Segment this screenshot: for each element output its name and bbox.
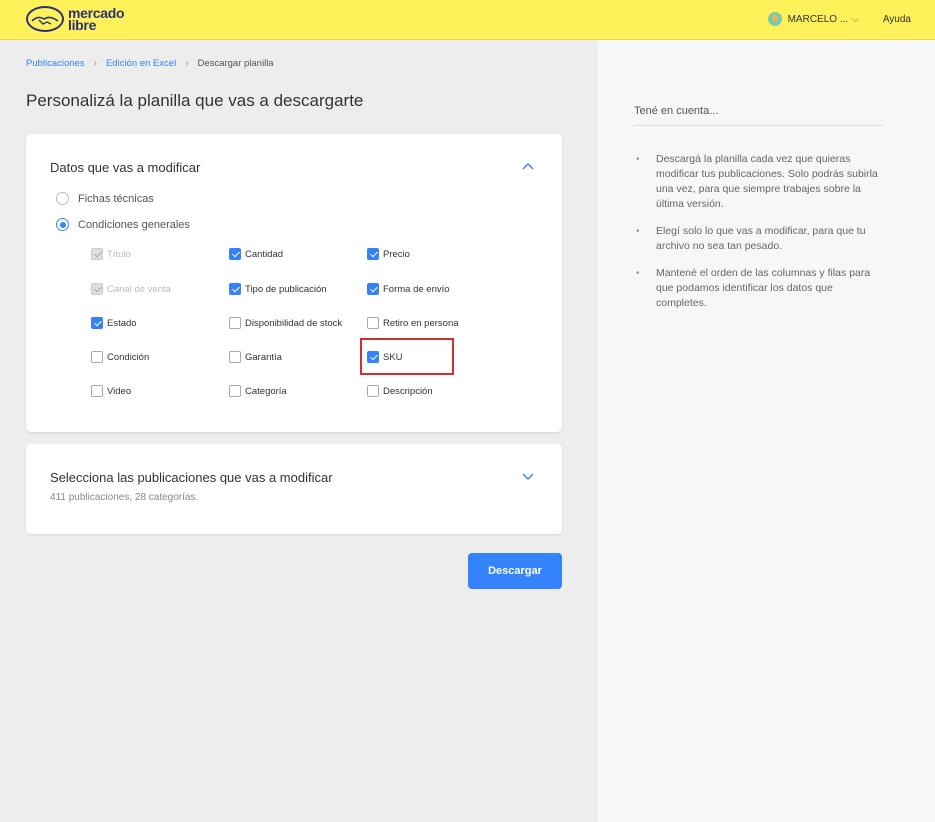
checkbox-cantidad[interactable]: Cantidad xyxy=(229,248,283,260)
checkbox-label: Estado xyxy=(107,317,137,329)
user-name: MARCELO ... xyxy=(787,13,849,25)
sku-highlight-box xyxy=(360,338,454,375)
checkbox-estado[interactable]: Estado xyxy=(91,317,137,329)
list-item: Elegí solo lo que vas a modificar, para … xyxy=(634,224,886,254)
checkbox-garantia[interactable]: Garantía xyxy=(229,351,282,363)
publications-summary: 411 publicaciones, 28 categorías. xyxy=(50,492,199,503)
logo-wordmark: mercado libre xyxy=(68,6,125,32)
chevron-down-icon: ⌵ xyxy=(852,13,859,24)
mercadolibre-logo[interactable]: mercado libre xyxy=(26,5,125,33)
checkbox-label: Tipo de publicación xyxy=(245,283,327,295)
checkbox xyxy=(91,283,103,295)
checkbox-label: Condición xyxy=(107,351,150,363)
checkbox[interactable] xyxy=(229,351,241,363)
checkbox-descripcion[interactable]: Descripción xyxy=(367,385,433,397)
chevron-right-icon: › xyxy=(93,58,97,69)
checkbox[interactable] xyxy=(91,317,103,329)
radio-label: Fichas técnicas xyxy=(78,192,154,205)
checkbox-retiro-persona[interactable]: Retiro en persona xyxy=(367,317,459,329)
checkbox-label: Forma de envío xyxy=(383,283,450,295)
data-fields-title: Datos que vas a modificar xyxy=(50,160,201,175)
checkbox-label: Título xyxy=(107,248,131,260)
checkbox[interactable] xyxy=(367,248,379,260)
checkbox-label: Precio xyxy=(383,248,410,260)
checkbox-titulo: Título xyxy=(91,248,131,260)
checkbox-label: Categoría xyxy=(245,385,287,397)
checkbox-label: Descripción xyxy=(383,385,433,397)
checkbox-canal-venta: Canal de venta xyxy=(91,283,171,295)
page-title: Personalizá la planilla que vas a descar… xyxy=(26,91,364,110)
checkbox-label: Retiro en persona xyxy=(383,317,459,329)
chevron-up-icon[interactable] xyxy=(522,161,534,173)
list-item: Descargá la planilla cada vez que quiera… xyxy=(634,152,886,212)
tips-list: Descargá la planilla cada vez que quiera… xyxy=(634,152,886,323)
checkbox-video[interactable]: Video xyxy=(91,385,131,397)
data-fields-card: Datos que vas a modificar Fichas técnica… xyxy=(26,134,562,432)
publications-card[interactable]: Selecciona las publicaciones que vas a m… xyxy=(26,444,562,534)
checkbox-tipo-publicacion[interactable]: Tipo de publicación xyxy=(229,283,327,295)
chevron-down-icon[interactable] xyxy=(522,470,534,482)
breadcrumb: Publicaciones › Edición en Excel › Desca… xyxy=(26,58,274,69)
checkbox-forma-envio[interactable]: Forma de envío xyxy=(367,283,450,295)
checkbox-label: Canal de venta xyxy=(107,283,171,295)
checkbox xyxy=(91,248,103,260)
download-button[interactable]: Descargar xyxy=(468,553,562,589)
handshake-icon xyxy=(26,6,64,32)
chevron-right-icon: › xyxy=(185,58,189,69)
checkbox[interactable] xyxy=(229,317,241,329)
radio-button[interactable] xyxy=(56,192,69,205)
avatar xyxy=(767,12,782,26)
top-header: mercado libre MARCELO ... ⌵ Ayuda xyxy=(0,0,935,40)
tips-title: Tené en cuenta... xyxy=(634,105,719,117)
checkbox-categoria[interactable]: Categoría xyxy=(229,385,287,397)
breadcrumb-edicion-excel[interactable]: Edición en Excel xyxy=(106,58,176,69)
checkbox-label: Cantidad xyxy=(245,248,284,260)
tips-panel: Tené en cuenta... Descargá la planilla c… xyxy=(598,40,935,822)
breadcrumb-current: Descargar planilla xyxy=(197,58,274,69)
publications-title: Selecciona las publicaciones que vas a m… xyxy=(50,470,333,485)
divider xyxy=(634,125,883,126)
radio-fichas-tecnicas[interactable]: Fichas técnicas xyxy=(56,192,154,205)
checkbox-label: Garantía xyxy=(245,351,282,363)
checkbox[interactable] xyxy=(91,385,103,397)
checkbox[interactable] xyxy=(229,385,241,397)
user-menu[interactable]: MARCELO ... ⌵ xyxy=(767,12,859,26)
help-link[interactable]: Ayuda xyxy=(883,14,911,25)
checkbox-label: Video xyxy=(107,385,132,397)
list-item: Mantené el orden de las columnas y filas… xyxy=(634,266,886,311)
checkbox-disponibilidad-stock[interactable]: Disponibilidad de stock xyxy=(229,317,342,329)
radio-condiciones-generales[interactable]: Condiciones generales xyxy=(56,218,190,231)
checkbox-label: Disponibilidad de stock xyxy=(245,317,343,329)
checkbox[interactable] xyxy=(367,385,379,397)
radio-button[interactable] xyxy=(56,218,69,231)
checkbox[interactable] xyxy=(229,283,241,295)
checkbox[interactable] xyxy=(91,351,103,363)
checkbox[interactable] xyxy=(229,248,241,260)
checkbox[interactable] xyxy=(367,283,379,295)
breadcrumb-publicaciones[interactable]: Publicaciones xyxy=(26,58,85,69)
radio-label: Condiciones generales xyxy=(78,218,190,231)
checkbox-precio[interactable]: Precio xyxy=(367,248,410,260)
checkbox-condicion[interactable]: Condición xyxy=(91,351,149,363)
checkbox[interactable] xyxy=(367,317,379,329)
